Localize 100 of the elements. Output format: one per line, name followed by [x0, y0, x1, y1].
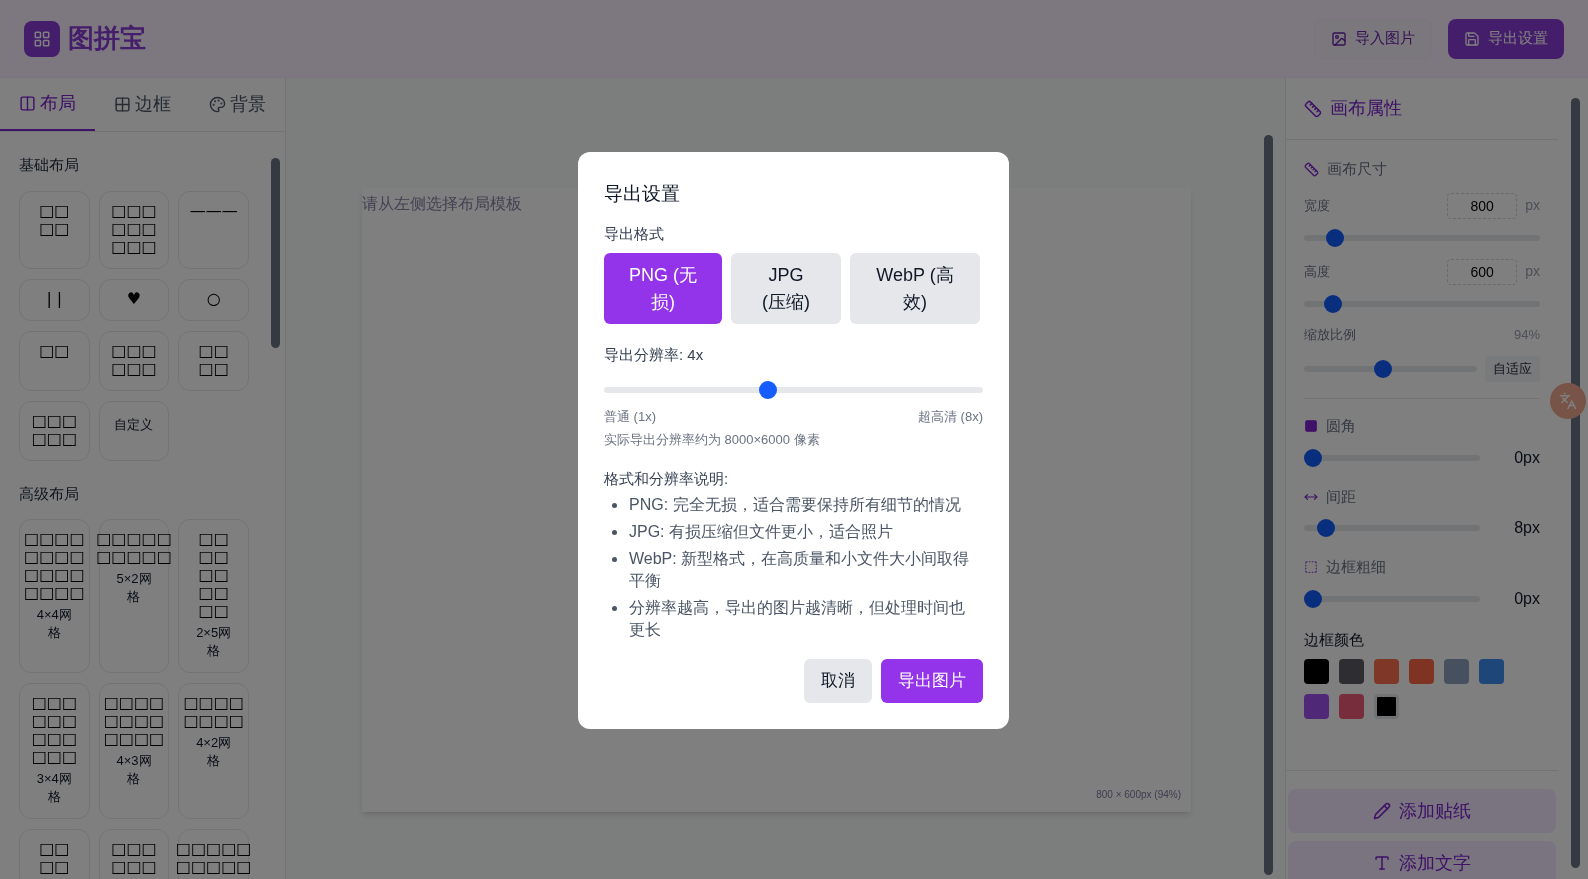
fit-button[interactable]: 自适应	[1485, 356, 1540, 382]
number-field[interactable]: 600	[1447, 258, 1518, 285]
columns-icon	[19, 95, 36, 112]
layout-template[interactable]: □□□□□ □□□□□ 5×2网格	[98, 519, 170, 673]
slider-thumb[interactable]	[1304, 589, 1322, 608]
layout-label: 4×2网格	[195, 734, 233, 770]
bullet-icon	[612, 503, 617, 508]
layout-glyph: ♥	[126, 289, 142, 308]
translate-icon[interactable]	[1550, 383, 1586, 419]
format-option[interactable]: PNG (无损)	[604, 253, 722, 324]
slider-thumb[interactable]	[1325, 228, 1344, 247]
logo-icon	[24, 20, 60, 57]
note-text: WebP: 新型格式，在高质量和小文件大小间取得平衡	[629, 549, 971, 591]
color-swatch[interactable]	[1479, 659, 1504, 684]
image-icon	[1331, 30, 1347, 47]
note-text: JPG: 有损压缩但文件更小，适合照片	[629, 522, 893, 542]
layout-glyph: □□	[39, 341, 70, 360]
bullet-icon	[612, 530, 617, 535]
layout-label: 4×4网格	[35, 606, 73, 642]
layout-template[interactable]: □□□ □□□	[19, 400, 90, 461]
layout-template[interactable]: □□□□□ □□□□□	[178, 829, 249, 879]
layout-label: 自定义	[113, 415, 155, 434]
slider-thumb[interactable]	[1373, 360, 1392, 378]
layout-template[interactable]: □□□□ □□□□ 4×2网格	[178, 683, 249, 819]
layout-glyph: □□□□ □□□□ □□□□ □□□□	[24, 530, 85, 602]
layout-label: 4×3网格	[115, 752, 153, 788]
resolution-label: 导出分辨率: 4x	[604, 345, 705, 365]
layout-template[interactable]: | |	[19, 278, 90, 321]
color-swatch[interactable]	[1304, 694, 1329, 719]
layout-label: 2×5网格	[195, 624, 233, 660]
format-option[interactable]: WebP (高效)	[850, 253, 980, 324]
layout-template[interactable]: ———	[178, 190, 249, 269]
layout-template[interactable]: □□□ □□□	[98, 829, 170, 879]
layout-glyph: □□□ □□□	[111, 840, 157, 876]
color-swatch[interactable]	[1444, 659, 1469, 684]
layout-template[interactable]: ○	[178, 278, 249, 321]
action-button[interactable]: 添加贴纸	[1288, 789, 1556, 833]
slider-thumb[interactable]	[759, 380, 778, 399]
layout-template[interactable]: □□ □□	[178, 330, 249, 391]
cancel-button[interactable]: 取消	[804, 659, 872, 703]
layout-glyph: □□ □□	[198, 341, 229, 378]
action-button[interactable]: 添加文字	[1288, 841, 1556, 879]
dashed-square-icon	[1304, 560, 1318, 575]
color-swatch[interactable]	[1339, 659, 1364, 684]
layout-template[interactable]: ♥	[98, 278, 170, 321]
field-label: 宽度	[1304, 196, 1330, 215]
layout-template[interactable]: 自定义	[98, 400, 170, 461]
note-text: PNG: 完全无损，适合需要保持所有细节的情况	[629, 495, 961, 515]
resolution-note: 实际导出分辨率约为 8000×6000 像素	[604, 431, 821, 449]
canvas-size-label: 800 × 600px (94%)	[1096, 788, 1181, 802]
pencil-icon	[1373, 802, 1391, 820]
max-label: 超高清 (8x)	[918, 407, 983, 426]
number-field[interactable]: 800	[1447, 192, 1518, 219]
text-icon	[1373, 854, 1391, 872]
color-swatch[interactable]	[1374, 694, 1399, 719]
export-button[interactable]: 导出图片	[881, 659, 983, 703]
section-title: 边框颜色	[1304, 629, 1365, 650]
tab[interactable]: 边框	[95, 78, 190, 131]
layout-template[interactable]: □□□ □□□	[98, 330, 170, 391]
layout-glyph: □□□□□ □□□□□	[175, 840, 252, 876]
layout-template[interactable]: □□	[19, 330, 90, 391]
color-swatch[interactable]	[1409, 659, 1434, 684]
layout-template[interactable]: □□□□ □□□□ □□□□ 4×3网格	[98, 683, 170, 819]
color-swatch[interactable]	[1374, 659, 1399, 684]
scrollbar[interactable]	[1264, 135, 1273, 875]
layout-glyph: ○	[206, 289, 221, 308]
layout-label: 5×2网格	[115, 570, 153, 606]
import-button[interactable]: 导入图片	[1314, 18, 1432, 59]
layout-glyph: □□ □□ □□ □□ □□	[198, 530, 229, 620]
layout-template[interactable]: □□ □□	[19, 829, 90, 879]
scrollbar[interactable]	[271, 158, 280, 348]
layout-glyph: | |	[46, 289, 63, 308]
format-option[interactable]: JPG (压缩)	[731, 253, 841, 324]
layout-template[interactable]: □□□□ □□□□ □□□□ □□□□ 4×4网格	[19, 519, 90, 673]
scrollbar[interactable]	[1571, 98, 1580, 868]
bullet-icon	[612, 606, 617, 611]
canvas-hint: 请从左侧选择布局模板	[362, 194, 522, 214]
export-settings-button[interactable]: 导出设置	[1448, 18, 1564, 59]
slider-thumb[interactable]	[1304, 448, 1322, 467]
palette-icon	[209, 96, 226, 113]
note-text: 分辨率越高，导出的图片越清晰，但处理时间也更长	[629, 598, 966, 640]
layout-glyph: □□□ □□□	[31, 411, 77, 448]
tab[interactable]: 背景	[190, 78, 285, 131]
layout-template[interactable]: □□ □□	[19, 190, 90, 269]
tab[interactable]: 布局	[0, 78, 95, 131]
color-swatch[interactable]	[1339, 694, 1364, 719]
layout-template[interactable]: □□ □□ □□ □□ □□ 2×5网格	[178, 519, 249, 673]
slider-thumb[interactable]	[1316, 519, 1335, 537]
field-label: 缩放比例	[1304, 325, 1356, 344]
min-label: 普通 (1x)	[604, 407, 656, 426]
slider-label: 间距	[1326, 486, 1356, 507]
layout-template[interactable]: □□□ □□□ □□□ □□□ 3×4网格	[19, 683, 90, 819]
slider-thumb[interactable]	[1323, 294, 1342, 313]
field-label: 高度	[1304, 262, 1330, 281]
section-title: 高级布局	[19, 483, 80, 504]
slider-reading: 0px	[1513, 588, 1540, 609]
ruler-icon	[1304, 161, 1319, 177]
color-swatch[interactable]	[1304, 659, 1329, 684]
layout-template[interactable]: □□□ □□□ □□□	[98, 190, 170, 269]
layout-glyph: ———	[189, 201, 238, 220]
